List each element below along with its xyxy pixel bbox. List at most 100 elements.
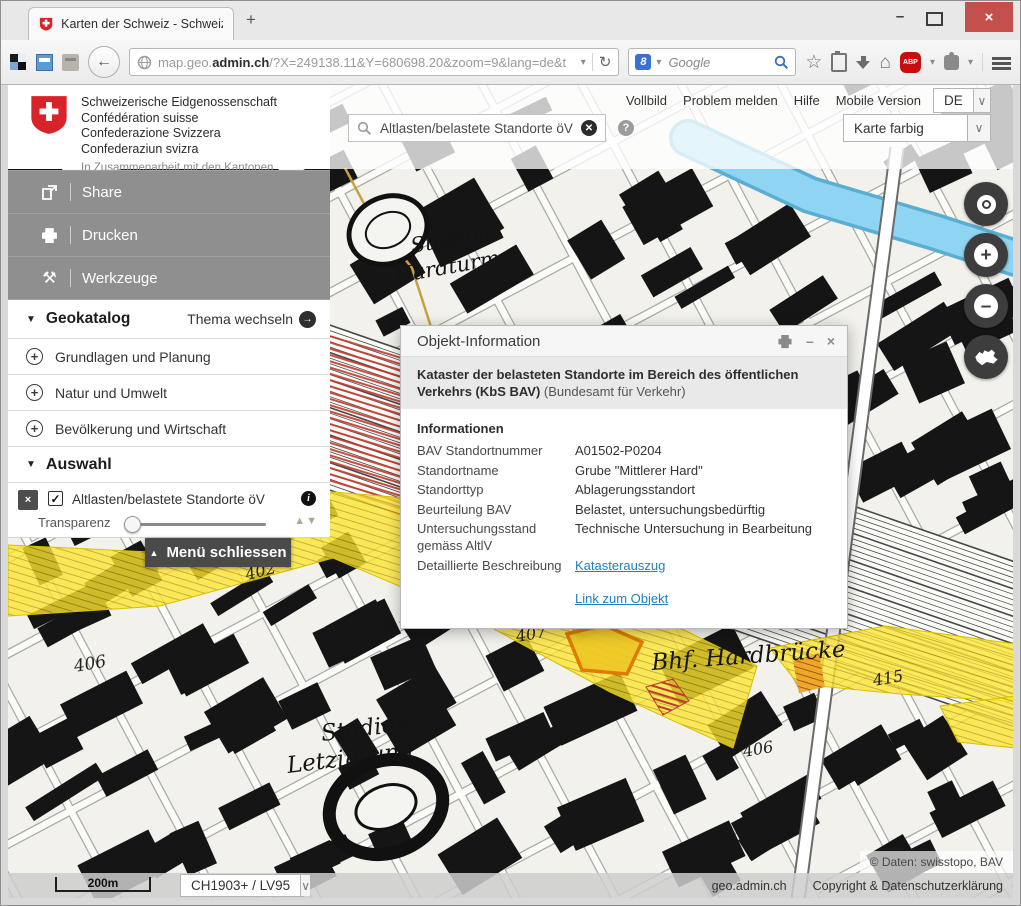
catalog-item-grundlagen[interactable]: + Grundlagen und Planung — [8, 339, 330, 375]
map-style-value: Karte farbig — [844, 115, 967, 141]
field-label: Standortname — [417, 462, 567, 479]
search-engine-dropdown-icon[interactable]: ▾ — [656, 57, 661, 68]
new-tab-button[interactable]: + — [246, 10, 256, 30]
extension-dropdown-icon[interactable]: ▾ — [968, 57, 973, 68]
layer-checkbox[interactable]: ✓ — [48, 491, 63, 506]
section-title: Informationen — [417, 421, 831, 436]
chevron-down-icon: ∨ — [300, 875, 310, 896]
sidebar-item-drucken[interactable]: Drucken — [8, 214, 330, 257]
window-maximize-button[interactable] — [926, 12, 943, 26]
close-popup-icon[interactable]: × — [827, 333, 835, 349]
copyright-link[interactable]: Copyright & Datenschutzerklärung — [813, 879, 1003, 893]
home-icon[interactable]: ⌂ — [879, 53, 890, 72]
search-icon — [357, 121, 372, 136]
chevron-down-icon: ∨ — [967, 115, 990, 141]
crs-value: CH1903+ / LV95 — [181, 875, 300, 896]
search-help-icon[interactable]: ? — [618, 120, 634, 136]
print-icon[interactable] — [777, 334, 793, 349]
browser-titlebar[interactable]: Karten der Schweiz - Schweize... + – × — [0, 0, 1021, 40]
thema-label: Thema wechseln — [187, 311, 293, 327]
object-info-popup: Objekt-Information – × Kataster der bela… — [400, 325, 848, 629]
plus-icon: + — [974, 243, 998, 267]
field-value: Belastet, untersuchungsbedürftig — [575, 501, 831, 518]
link-mobile-version[interactable]: Mobile Version — [836, 93, 921, 108]
chevron-down-icon: ∨ — [973, 89, 990, 112]
zoom-in-button[interactable]: + — [964, 233, 1008, 277]
url-dropdown-icon[interactable]: ▾ — [581, 57, 586, 68]
sidebar-item-share[interactable]: Share — [8, 170, 330, 214]
default-extent-button[interactable] — [964, 335, 1008, 379]
archive-icon[interactable] — [62, 54, 79, 71]
auswahl-header[interactable]: ▼ Auswahl — [8, 447, 330, 483]
menu-hamburger-icon[interactable] — [992, 57, 1011, 60]
browser-search-bar[interactable]: 8 ▾ — [628, 48, 796, 76]
field-value: Technische Untersuchung in Bearbeitung — [575, 520, 831, 554]
sidebar: Share Drucken ⚒ Werkzeuge ▼ Geokatalog T… — [8, 170, 330, 538]
close-menu-button[interactable]: ▲ Menü schliessen — [145, 538, 291, 567]
reload-icon[interactable]: ↻ — [599, 53, 612, 71]
language-value: DE — [934, 89, 973, 112]
catalog-item-bevoelkerung[interactable]: + Bevölkerung und Wirtschaft — [8, 411, 330, 447]
field-label: Beurteilung BAV — [417, 501, 567, 518]
back-button[interactable]: ← — [88, 46, 120, 78]
window-close-button[interactable]: × — [965, 2, 1013, 32]
layer-info-icon[interactable]: i — [301, 491, 316, 506]
popup-header[interactable]: Objekt-Information – × — [401, 326, 847, 357]
window-minimize-button[interactable]: – — [891, 8, 909, 24]
geokatalog-label: Geokatalog — [46, 310, 130, 328]
triangle-down-icon: ▼ — [26, 314, 36, 325]
link-vollbild[interactable]: Vollbild — [626, 93, 667, 108]
clear-search-icon[interactable]: ✕ — [581, 120, 597, 136]
field-value: Grube "Mittlerer Hard" — [575, 462, 831, 479]
layer-search-box[interactable]: ✕ — [348, 114, 606, 142]
remove-layer-button[interactable]: × — [18, 490, 38, 510]
swiss-favicon — [39, 16, 53, 32]
thema-wechseln-link[interactable]: Thema wechseln → — [187, 311, 316, 328]
language-select[interactable]: DE ∨ — [933, 88, 991, 113]
link-hilfe[interactable]: Hilfe — [794, 93, 820, 108]
transparency-label: Transparenz — [38, 515, 111, 530]
adblock-dropdown-icon[interactable]: ▾ — [930, 57, 935, 68]
map-attribution: © Daten: swisstopo, BAV — [860, 851, 1013, 873]
sidebar-item-label: Drucken — [82, 227, 138, 244]
browser-search-input[interactable] — [666, 54, 769, 71]
browser-tab[interactable]: Karten der Schweiz - Schweize... — [28, 7, 234, 40]
minimize-popup-icon[interactable]: – — [806, 333, 814, 349]
object-link[interactable]: Link zum Objekt — [575, 591, 668, 606]
transparency-slider[interactable] — [126, 523, 266, 526]
page-header: Schweizerische Eidgenossenschaft Confédé… — [8, 85, 1013, 169]
downloads-icon[interactable] — [856, 56, 870, 69]
catalog-item-natur[interactable]: + Natur und Umwelt — [8, 375, 330, 411]
layer-reorder-icons[interactable]: ▲▼ — [294, 515, 318, 527]
printer-icon — [40, 226, 59, 245]
browser-navbar: ← map.geo.admin.ch/?X=249138.11&Y=680698… — [0, 40, 1021, 85]
popup-subtitle: Kataster der belasteten Standorte im Ber… — [401, 357, 847, 409]
popup-title: Objekt-Information — [417, 333, 540, 350]
auswahl-label: Auswahl — [46, 456, 112, 474]
url-domain: admin.ch — [212, 55, 269, 70]
search-input[interactable] — [378, 120, 575, 137]
bookmarks-menu-icon[interactable] — [831, 53, 847, 72]
field-label: Untersuchungsstand gemäss AltlV — [417, 520, 567, 554]
adblock-icon[interactable]: ABP — [900, 52, 921, 73]
zoom-out-button[interactable]: – — [964, 284, 1008, 328]
slider-handle[interactable] — [124, 516, 141, 533]
confederation-logo-block: Schweizerische Eidgenossenschaft Confédé… — [8, 85, 330, 169]
search-icon[interactable] — [774, 55, 789, 70]
popup-body: Informationen BAV Standortnummer A01502-… — [401, 409, 847, 628]
sidebar-item-werkzeuge[interactable]: ⚒ Werkzeuge — [8, 257, 330, 300]
extension-icon[interactable] — [944, 55, 959, 70]
app-shortcut-icon[interactable] — [10, 54, 27, 71]
org-line: Schweizerische Eidgenossenschaft — [81, 95, 277, 111]
geolocate-button[interactable] — [964, 182, 1008, 226]
bookmark-star-icon[interactable]: ☆ — [805, 53, 822, 72]
link-problem-melden[interactable]: Problem melden — [683, 93, 778, 108]
geokatalog-header[interactable]: ▼ Geokatalog Thema wechseln → — [8, 300, 330, 339]
map-style-select[interactable]: Karte farbig ∨ — [843, 114, 991, 142]
sidebar-item-label: Share — [82, 184, 122, 201]
app-shortcut-icon[interactable] — [36, 54, 53, 71]
katasterauszug-link[interactable]: Katasterauszug — [575, 558, 665, 573]
crs-select[interactable]: CH1903+ / LV95 ∨ — [180, 874, 304, 897]
geoadmin-link[interactable]: geo.admin.ch — [712, 879, 787, 893]
url-bar[interactable]: map.geo.admin.ch/?X=249138.11&Y=680698.2… — [129, 48, 619, 76]
